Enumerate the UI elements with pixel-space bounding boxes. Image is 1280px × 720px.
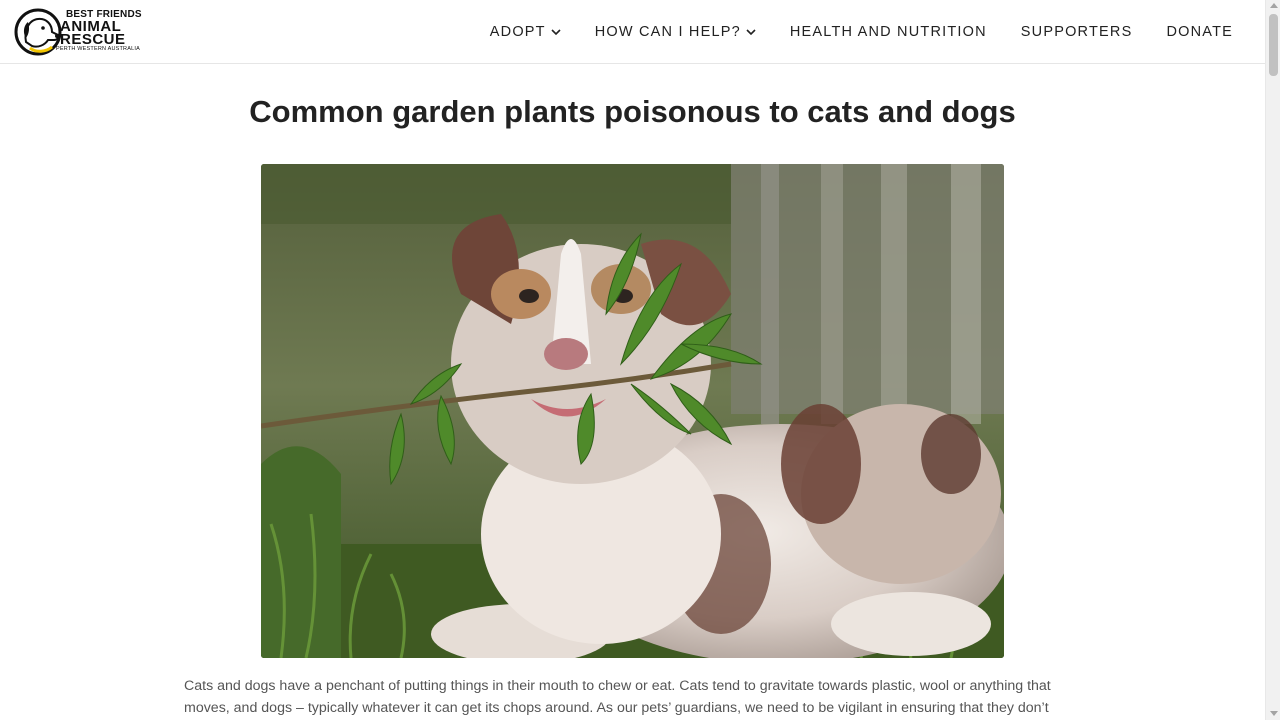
scrollbar-thumb[interactable] — [1269, 14, 1278, 76]
nav-item-label: DONATE — [1166, 24, 1233, 40]
scroll-up-arrow-icon[interactable] — [1270, 3, 1278, 8]
nav-item-supporters[interactable]: SUPPORTERS — [1021, 0, 1133, 64]
nav-item-health-and-nutrition[interactable]: HEALTH AND NUTRITION — [790, 0, 987, 64]
nav-item-label: HOW CAN I HELP? — [594, 24, 741, 40]
chevron-down-icon — [551, 24, 561, 40]
nav-item-how-can-i-help[interactable]: HOW CAN I HELP? — [595, 0, 756, 64]
chevron-down-icon — [746, 24, 756, 40]
main-nav: ADOPT HOW CAN I HELP? HEALTH AND NUTRITI… — [456, 0, 1233, 64]
paragraph-line: Cats and dogs have a penchant of putting… — [184, 678, 1051, 694]
hero-image — [261, 164, 1004, 658]
page-title: Common garden plants poisonous to cats a… — [249, 94, 1016, 129]
paragraph-line: moves, and dogs – typically whatever it … — [184, 700, 1049, 716]
site-header: BEST FRIENDS ANIMAL RESCUE PERTH WESTERN… — [0, 0, 1265, 64]
nav-item-label: HEALTH AND NUTRITION — [789, 24, 987, 40]
nav-item-label: ADOPT — [489, 24, 546, 40]
nav-item-label: SUPPORTERS — [1020, 24, 1133, 40]
scroll-down-arrow-icon[interactable] — [1270, 711, 1278, 716]
nav-item-adopt[interactable]: ADOPT — [490, 0, 561, 64]
puppy-chewing-plant-photo — [261, 164, 1004, 658]
site-logo[interactable]: BEST FRIENDS ANIMAL RESCUE PERTH WESTERN… — [14, 8, 146, 56]
page-scrollbar[interactable] — [1265, 0, 1280, 720]
nav-item-donate[interactable]: DONATE — [1166, 0, 1233, 64]
article-paragraph: Cats and dogs have a penchant of putting… — [184, 675, 1084, 719]
logo-text-location: PERTH WESTERN AUSTRALIA — [56, 46, 140, 52]
